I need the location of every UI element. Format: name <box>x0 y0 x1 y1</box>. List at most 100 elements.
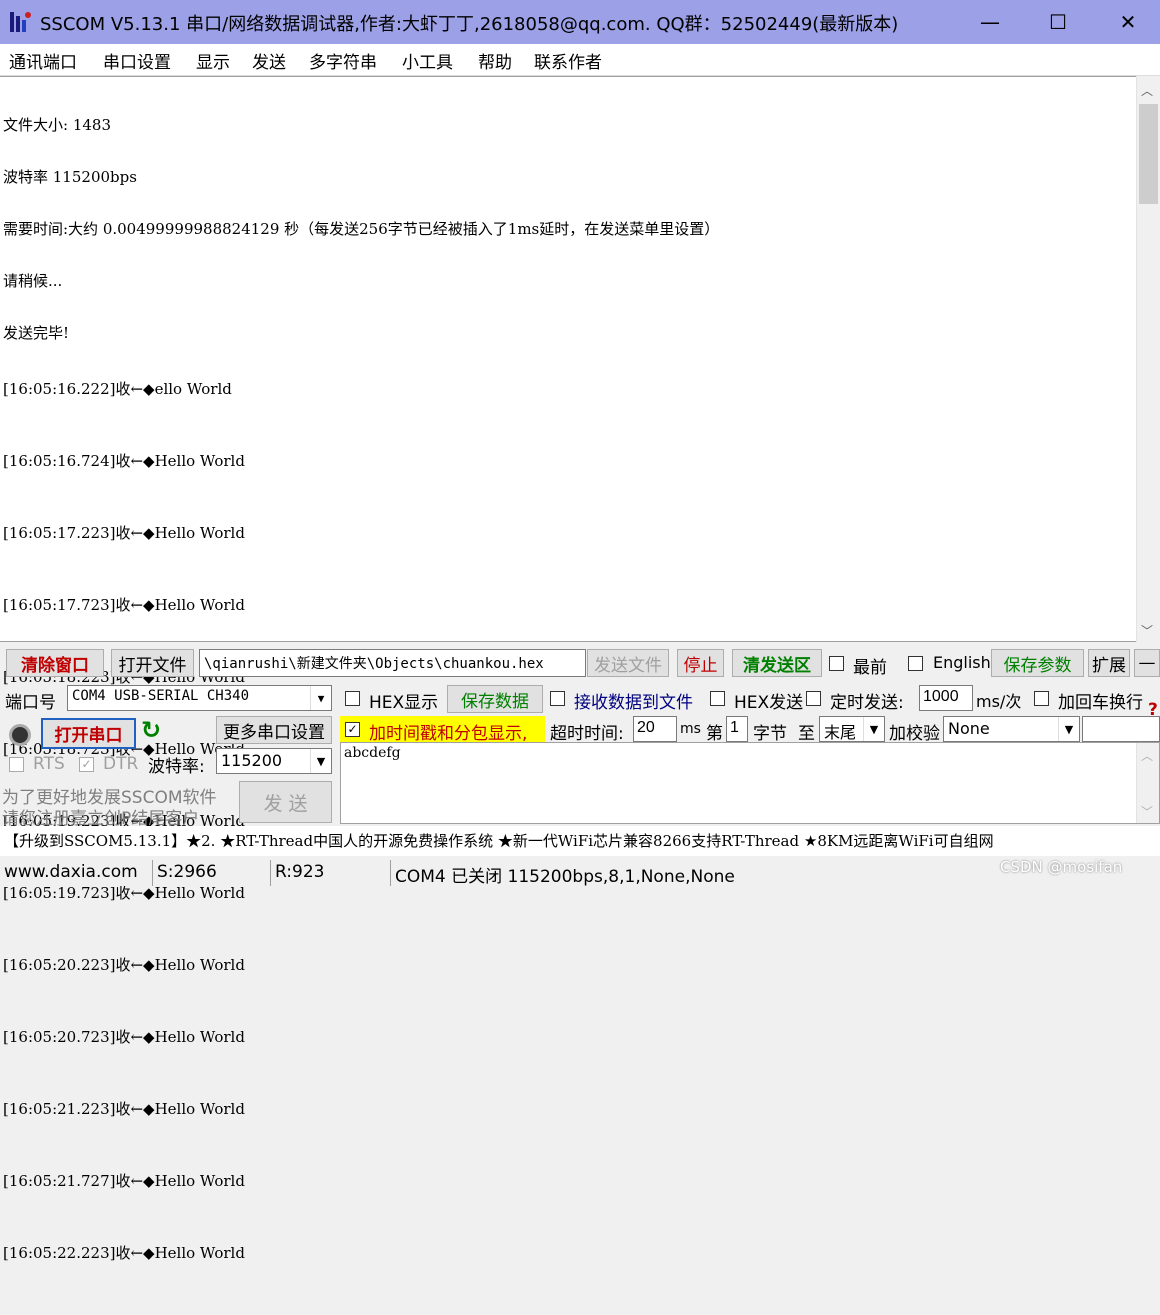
timestamp-checkbox[interactable]: ✓ <box>345 722 360 737</box>
scroll-down-icon[interactable]: ﹀ <box>1141 622 1153 639</box>
scroll-thumb[interactable] <box>1139 104 1158 204</box>
send-complete-line: 发送完毕! <box>3 324 70 342</box>
menu-send[interactable]: 发送 <box>252 48 286 73</box>
port-label: 端口号 <box>5 693 56 713</box>
refresh-icon[interactable]: ↻ <box>141 716 161 744</box>
checksum-select[interactable]: None ▼ <box>943 716 1080 742</box>
port-select[interactable]: COM4 USB-SERIAL CH340 ▼ <box>67 685 332 711</box>
sent-count: S:2966 <box>152 860 221 886</box>
send-text: abcdefg <box>344 745 401 761</box>
time-needed-line: 需要时间:大约 0.00499999988824129 秒（每发送256字节已经… <box>3 220 720 238</box>
timed-send-checkbox[interactable] <box>806 691 821 706</box>
ticker-text: 【升级到SSCOM5.13.1】★2. ★RT-Thread中国人的开源免费操作… <box>4 832 994 850</box>
menu-comm-port[interactable]: 通讯端口 <box>9 48 77 73</box>
menu-serial-settings[interactable]: 串口设置 <box>103 48 171 73</box>
news-ticker[interactable]: 【升级到SSCOM5.13.1】★2. ★RT-Thread中国人的开源免费操作… <box>0 826 1160 856</box>
hex-display-checkbox[interactable] <box>345 691 360 706</box>
timeout-unit: ms <box>680 721 701 737</box>
to-label: 至 <box>798 724 815 744</box>
scroll-up-icon[interactable]: ︿ <box>1141 747 1153 764</box>
send-button[interactable]: 发 送 <box>239 781 332 823</box>
received-line: [16:05:20.223]收←◆Hello World <box>3 956 245 974</box>
timed-send-label: 定时发送: <box>830 693 904 713</box>
website-link[interactable]: www.daxia.com <box>0 860 142 886</box>
stop-button[interactable]: 停止 <box>677 649 724 677</box>
maximize-icon: ☐ <box>1049 10 1067 34</box>
hex-display-label: HEX显示 <box>369 693 439 713</box>
english-label: English <box>933 653 991 672</box>
scroll-down-icon[interactable]: ﹀ <box>1141 803 1153 820</box>
timeout-label: 超时时间: <box>550 724 624 744</box>
received-line: [16:05:17.723]收←◆Hello World <box>3 596 245 614</box>
open-port-button[interactable]: 打开串口 <box>41 718 136 749</box>
maximize-button[interactable]: ☐ <box>1030 0 1086 44</box>
minimize-button[interactable]: — <box>962 0 1018 44</box>
save-params-button[interactable]: 保存参数 <box>991 649 1084 677</box>
topmost-checkbox[interactable] <box>829 656 844 671</box>
menu-help[interactable]: 帮助 <box>478 48 512 73</box>
chevron-down-icon: ▼ <box>310 686 331 710</box>
chevron-down-icon: ▼ <box>310 749 331 773</box>
byte-unit: 字节 <box>753 724 787 744</box>
clear-send-button[interactable]: 清发送区 <box>732 649 822 677</box>
interval-input[interactable]: 1000 <box>919 685 973 711</box>
checksum-result-field[interactable] <box>1082 716 1160 742</box>
received-line: [16:05:19.723]收←◆Hello World <box>3 884 245 902</box>
received-line: [16:05:21.223]收←◆Hello World <box>3 1100 245 1118</box>
to-select[interactable]: 末尾 ▼ <box>819 716 885 742</box>
byte-label: 第 <box>706 724 723 744</box>
chevron-down-icon: ▼ <box>863 717 884 741</box>
open-file-button[interactable]: 打开文件 <box>111 649 194 677</box>
receive-scrollbar[interactable]: ︿ ﹀ <box>1136 76 1160 642</box>
watermark: CSDN @mosifan <box>1000 858 1123 876</box>
received-line: [16:05:22.223]收←◆Hello World <box>3 1244 245 1262</box>
topmost-label: 最前 <box>853 658 887 678</box>
to-value: 末尾 <box>824 723 857 742</box>
received-count: R:923 <box>270 860 328 886</box>
rts-label: RTS <box>33 754 65 774</box>
checksum-label: 加校验 <box>889 724 940 744</box>
more-settings-button[interactable]: 更多串口设置 <box>216 716 332 744</box>
send-file-button[interactable]: 发送文件 <box>587 649 669 677</box>
please-wait-line: 请稍候... <box>3 272 63 290</box>
hex-send-checkbox[interactable] <box>710 691 725 706</box>
chevron-down-icon: ▼ <box>1058 717 1079 741</box>
send-scrollbar[interactable]: ︿ ﹀ <box>1136 743 1159 823</box>
rts-checkbox[interactable] <box>9 757 24 772</box>
menu-multi-string[interactable]: 多字符串 <box>309 48 377 73</box>
recv-to-file-checkbox[interactable] <box>550 691 565 706</box>
collapse-button[interactable]: — <box>1134 649 1160 677</box>
dtr-checkbox[interactable]: ✓ <box>79 757 94 772</box>
send-textarea[interactable]: abcdefg ︿ ﹀ <box>340 742 1160 824</box>
port-status-indicator-icon <box>9 724 31 746</box>
expand-button[interactable]: 扩展 <box>1088 649 1130 677</box>
port-value: COM4 USB-SERIAL CH340 <box>72 688 250 704</box>
file-path-field[interactable]: \qianrushi\新建文件夹\Objects\chuankou.hex <box>199 649 586 677</box>
scroll-up-icon[interactable]: ︿ <box>1141 82 1153 99</box>
received-line: [16:05:20.723]收←◆Hello World <box>3 1028 245 1046</box>
checksum-value: None <box>948 719 990 738</box>
english-checkbox[interactable] <box>908 656 923 671</box>
byte-index-input[interactable]: 1 <box>726 716 748 742</box>
add-crlf-checkbox[interactable] <box>1034 691 1049 706</box>
menu-contact-author[interactable]: 联系作者 <box>534 48 602 73</box>
title-bar: SSCOM V5.13.1 串口/网络数据调试器,作者:大虾丁丁,2618058… <box>0 0 1160 44</box>
close-button[interactable]: ✕ <box>1100 0 1156 44</box>
hex-send-label: HEX发送 <box>734 693 804 713</box>
interval-unit: ms/次 <box>976 692 1022 711</box>
menu-tools[interactable]: 小工具 <box>402 48 453 73</box>
baud-select[interactable]: 115200 ▼ <box>216 748 332 774</box>
menu-display[interactable]: 显示 <box>196 48 230 73</box>
received-line: [16:05:16.724]收←◆Hello World <box>3 452 245 470</box>
receive-area[interactable]: 文件大小: 1483 波特率 115200bps 需要时间:大约 0.00499… <box>0 76 1160 1262</box>
app-icon <box>9 10 31 34</box>
save-data-button[interactable]: 保存数据 <box>447 685 543 713</box>
baud-label: 波特率: <box>148 757 205 777</box>
clear-window-button[interactable]: 清除窗口 <box>6 649 104 677</box>
timeout-input[interactable]: 20 <box>633 716 677 742</box>
close-icon: ✕ <box>1119 10 1137 34</box>
received-line: [16:05:17.223]收←◆Hello World <box>3 524 245 542</box>
port-state: COM4 已关闭 115200bps,8,1,None,None <box>390 860 739 887</box>
received-line: [16:05:16.222]收←◆ello World <box>3 380 232 398</box>
file-size-line: 文件大小: 1483 <box>3 116 111 134</box>
